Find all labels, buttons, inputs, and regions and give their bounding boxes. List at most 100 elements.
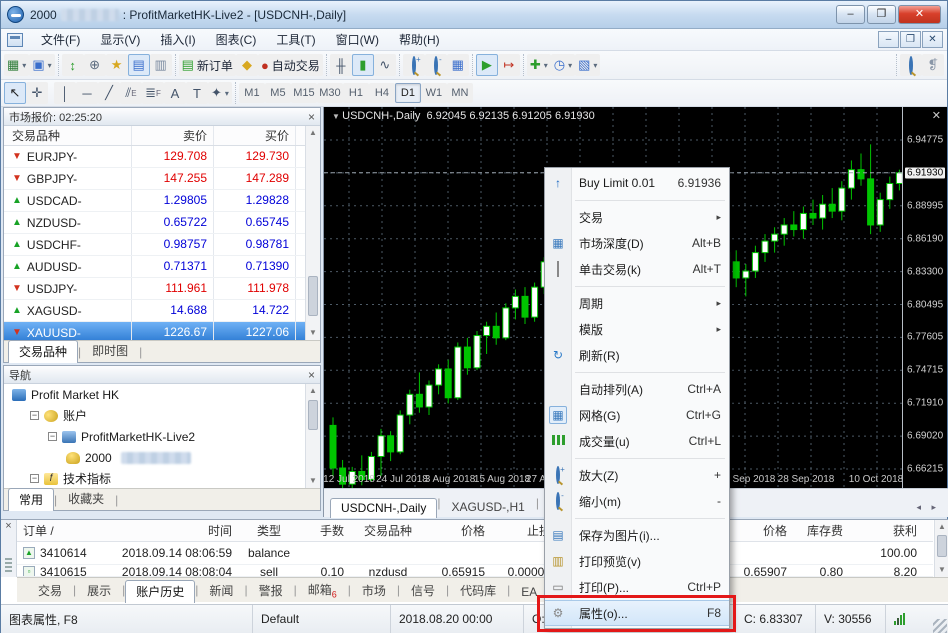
profiles-button[interactable]: ▣▾ [29, 54, 54, 76]
data-window-button[interactable]: ▥ [150, 54, 172, 76]
menu-zoom-in[interactable]: +放大(Z)+ [545, 462, 729, 488]
terminal-tab-8[interactable]: 代码库 [449, 579, 507, 602]
menubar-item-1[interactable]: 显示(V) [90, 28, 150, 51]
navigator-item[interactable]: 2000 [4, 447, 305, 468]
child-minimize-button[interactable]: – [878, 31, 899, 48]
terminal-column-header-2[interactable]: 类型 [238, 522, 300, 539]
chart-close-icon[interactable]: ✕ [932, 109, 941, 122]
line-chart-button[interactable]: ∿ [374, 54, 396, 76]
terminal-column-header-10[interactable]: 获利 [849, 522, 923, 539]
terminal-column-header-1[interactable]: 时间 [113, 522, 238, 539]
market-watch-row[interactable]: ▼GBPJPY-147.255147.289 [4, 168, 305, 190]
horizontal-line-button[interactable]: ─ [76, 82, 98, 104]
terminal-tab-1[interactable]: 展示 [76, 579, 122, 602]
terminal-tab-6[interactable]: 市场 [351, 579, 397, 602]
navigator-tab-1[interactable]: 收藏夹 [57, 487, 115, 510]
terminal-column-header-3[interactable]: 手数 [300, 522, 350, 539]
menubar-item-5[interactable]: 窗口(W) [326, 28, 389, 51]
timeframe-m1[interactable]: M1 [239, 83, 265, 103]
tick-chart-button[interactable]: ↕ [62, 54, 84, 76]
close-icon[interactable]: × [308, 369, 315, 381]
text-label-button[interactable]: T [186, 82, 208, 104]
terminal-column-header-8[interactable]: 价格 [729, 522, 793, 539]
maximize-button[interactable]: ❐ [867, 5, 896, 24]
terminal-tab-3[interactable]: 新闻 [198, 579, 244, 602]
timeframe-h4[interactable]: H4 [369, 83, 395, 103]
market-watch-row[interactable]: ▲XAGUSD-14.68814.722 [4, 300, 305, 322]
terminal-tab-5[interactable]: 邮箱6 [297, 578, 348, 602]
menu-grid[interactable]: ▦网格(G)Ctrl+G [545, 402, 729, 428]
tree-collapse-icon[interactable]: − [48, 432, 57, 441]
navigator-item[interactable]: Profit Market HK [4, 384, 305, 405]
scroll-up-icon[interactable]: ▲ [306, 384, 320, 398]
timeframe-d1[interactable]: D1 [395, 83, 421, 103]
scroll-down-icon[interactable]: ▼ [306, 326, 320, 340]
child-restore-button[interactable]: ❐ [900, 31, 921, 48]
market-watch-row[interactable]: ▼USDJPY-111.961111.978 [4, 278, 305, 300]
tree-collapse-icon[interactable]: − [30, 411, 39, 420]
shapes-button[interactable]: ✦▾ [208, 82, 232, 104]
chart-tab-0[interactable]: USDCNH-,Daily [330, 498, 437, 518]
scroll-up-icon[interactable]: ▲ [306, 126, 320, 140]
market-watch-row[interactable]: ▲AUDUSD-0.713710.71390 [4, 256, 305, 278]
crosshair-button[interactable]: ✛ [26, 82, 48, 104]
title-bar[interactable]: 2000: ProfitMarketHK-Live2 - [USDCNH-,Da… [1, 1, 947, 29]
terminal-tab-7[interactable]: 信号 [400, 579, 446, 602]
market-watch-button[interactable]: ▤ [128, 54, 150, 76]
navigator-item[interactable]: −账户 [4, 405, 305, 426]
metaeditor-button[interactable]: ◆ [236, 54, 258, 76]
column-header-bid[interactable]: 卖价 [132, 126, 214, 145]
market-watch-row[interactable]: ▲USDCAD-1.298051.29828 [4, 190, 305, 212]
zoom-in-button[interactable]: + [403, 54, 425, 76]
menubar-item-6[interactable]: 帮助(H) [389, 28, 450, 51]
market-watch-row[interactable]: ▲USDCHF-0.987570.98781 [4, 234, 305, 256]
menubar-item-0[interactable]: 文件(F) [31, 28, 90, 51]
resize-grip[interactable] [933, 619, 947, 633]
navigator-item[interactable]: −f技术指标 [4, 468, 305, 488]
templates-button[interactable]: ▧▾ [575, 54, 600, 76]
timeframe-m5[interactable]: M5 [265, 83, 291, 103]
menu-template[interactable]: 模版▸ [545, 316, 729, 342]
menu-refresh[interactable]: ↻刷新(R) [545, 342, 729, 368]
menu-auto-arrange[interactable]: 自动排列(A)Ctrl+A [545, 376, 729, 402]
timeframe-m15[interactable]: M15 [291, 83, 317, 103]
zoom-out-button[interactable]: - [425, 54, 447, 76]
menu-volumes[interactable]: 成交量(u)Ctrl+L [545, 428, 729, 454]
cursor-button[interactable]: ↖ [4, 82, 26, 104]
autotrade-button[interactable]: ●自动交易 [258, 54, 323, 76]
chart-shift-button[interactable]: ↦ [498, 54, 520, 76]
tab-scroll-arrows[interactable]: ◂ ▸ [908, 502, 948, 517]
favorites-button[interactable]: ★ [106, 54, 128, 76]
scroll-up-icon[interactable]: ▲ [935, 520, 948, 534]
child-close-button[interactable]: ✕ [922, 31, 943, 48]
terminal-tab-4[interactable]: 警报 [248, 579, 294, 602]
chart-tab-1[interactable]: XAGUSD-,H1 [440, 497, 535, 517]
timeframe-h1[interactable]: H1 [343, 83, 369, 103]
timeframe-mn[interactable]: MN [447, 83, 473, 103]
timeframe-m30[interactable]: M30 [317, 83, 343, 103]
column-header-symbol[interactable]: 交易品种 [4, 126, 132, 145]
market-watch-row[interactable]: ▼XAUUSD-1226.671227.06 [4, 322, 305, 340]
candlestick-button[interactable]: ▮ [352, 54, 374, 76]
drag-grip[interactable] [5, 558, 12, 574]
close-icon[interactable]: × [1, 520, 16, 532]
terminal-scrollbar[interactable]: ▲ ▼ [934, 520, 948, 577]
terminal-column-header-9[interactable]: 库存费 [793, 522, 849, 539]
column-header-ask[interactable]: 买价 [214, 126, 296, 145]
navigator-tab-0[interactable]: 常用 [8, 488, 54, 511]
tree-collapse-icon[interactable]: − [30, 474, 39, 483]
menubar-item-3[interactable]: 图表(C) [206, 28, 267, 51]
chat-button[interactable]: ❡ [922, 54, 944, 76]
navigator-item[interactable]: −ProfitMarketHK-Live2 [4, 426, 305, 447]
menu-print-preview[interactable]: ▥打印预览(v) [545, 548, 729, 574]
menu-buy-limit[interactable]: ↑Buy Limit 0.016.91936 [545, 170, 729, 196]
tile-windows-button[interactable]: ▦ [447, 54, 469, 76]
menu-one-click-trading[interactable]: 单击交易(k)Alt+T [545, 256, 729, 282]
trendline-button[interactable]: ╱ [98, 82, 120, 104]
new-order-button[interactable]: ▤新订单 [179, 54, 236, 76]
text-button[interactable]: A [164, 82, 186, 104]
terminal-row[interactable]: ▫34106152018.09.14 08:08:04sell0.10nzdus… [17, 565, 933, 577]
channel-button[interactable]: ⫽E [120, 82, 142, 104]
market-watch-tab-0[interactable]: 交易品种 [8, 340, 78, 363]
bar-chart-button[interactable]: ╫ [330, 54, 352, 76]
